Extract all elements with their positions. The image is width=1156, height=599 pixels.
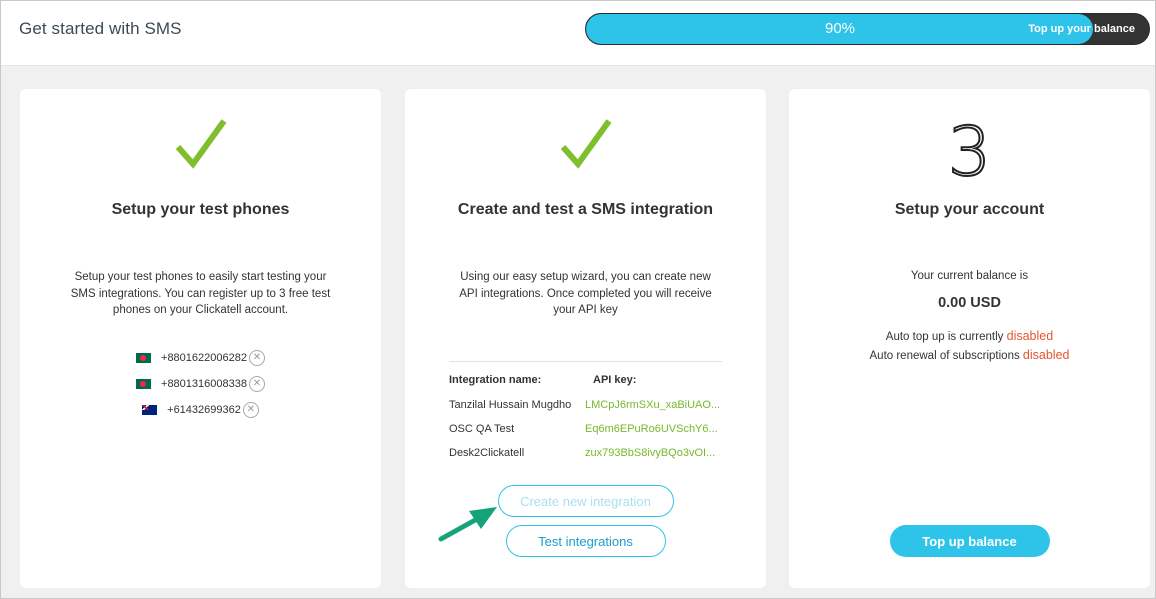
setup-account-card: 3 Setup your account Your current balanc… bbox=[789, 89, 1150, 588]
auto-top-up-label: Auto top up is currently bbox=[885, 331, 1004, 343]
top-up-your-balance-link[interactable]: Top up your balance bbox=[1028, 14, 1135, 44]
integration-name: Tanzilal Hussain Mugdho bbox=[449, 399, 572, 411]
test-integrations-button[interactable]: Test integrations bbox=[505, 525, 666, 557]
checkmark-icon bbox=[560, 119, 611, 169]
test-phone-list: +8801622006282 ✕ +8801316008338 ✕ +61432… bbox=[20, 345, 381, 423]
balance-value: 0.00 USD bbox=[938, 295, 1001, 311]
integration-name-header: Integration name: bbox=[449, 374, 542, 386]
api-key[interactable]: Eq6m6EPuRo6UVSchY6... bbox=[585, 423, 721, 435]
balance-label: Your current balance is bbox=[910, 270, 1029, 282]
balance-progress-bar[interactable]: 90% Top up your balance bbox=[585, 13, 1150, 45]
auto-renewal-status: Auto renewal of subscriptions disabled bbox=[789, 348, 1150, 362]
api-key[interactable]: LMCpJ6rmSXu_xaBiUAO... bbox=[585, 399, 721, 411]
test-phone-row: +8801316008338 ✕ bbox=[20, 371, 381, 397]
card-title: Setup your account bbox=[894, 201, 1045, 218]
integration-name: Desk2Clickatell bbox=[449, 447, 525, 459]
integration-row: Tanzilal Hussain Mugdho LMCpJ6rmSXu_xaBi… bbox=[449, 399, 722, 423]
create-new-integration-button[interactable]: Create new integration bbox=[497, 485, 674, 517]
integration-row: OSC QA Test Eq6m6EPuRo6UVSchY6... bbox=[449, 423, 722, 447]
card-description: Using our easy setup wizard, you can cre… bbox=[459, 271, 712, 316]
step-number: 3 bbox=[947, 112, 992, 193]
checkmark-icon bbox=[175, 119, 226, 169]
annotation-arrow-icon bbox=[438, 507, 497, 542]
page-header: Get started with SMS 90% Top up your bal… bbox=[1, 1, 1155, 66]
phone-number: +8801316008338 bbox=[161, 378, 247, 390]
remove-phone-icon[interactable]: ✕ bbox=[248, 376, 265, 392]
card-title: Setup your test phones bbox=[111, 201, 290, 218]
divider bbox=[449, 361, 722, 362]
auto-top-up-status: Auto top up is currently disabled bbox=[789, 329, 1150, 343]
auto-renewal-label: Auto renewal of subscriptions bbox=[869, 350, 1020, 362]
card-description: Setup your test phones to easily start t… bbox=[70, 271, 331, 316]
page-title: Get started with SMS bbox=[19, 19, 182, 38]
top-up-balance-button[interactable]: Top up balance bbox=[889, 525, 1050, 557]
phone-number: +61432699362 bbox=[167, 404, 241, 416]
test-phone-row: +8801622006282 ✕ bbox=[20, 345, 381, 371]
remove-phone-icon[interactable]: ✕ bbox=[248, 350, 265, 366]
auto-renewal-value: disabled bbox=[1022, 348, 1070, 362]
bd-flag-icon bbox=[136, 353, 152, 363]
test-phone-row: +61432699362 ✕ bbox=[20, 397, 381, 423]
setup-test-phones-card: Setup your test phones Setup your test p… bbox=[20, 89, 381, 588]
api-key[interactable]: zux793BbS8ivyBQo3vOI... bbox=[585, 447, 721, 459]
card-title: Create and test a SMS integration bbox=[457, 201, 714, 218]
auto-top-up-value: disabled bbox=[1006, 329, 1054, 343]
api-key-header: API key: bbox=[593, 374, 637, 386]
phone-number: +8801622006282 bbox=[161, 352, 247, 364]
integration-row: Desk2Clickatell zux793BbS8ivyBQo3vOI... bbox=[449, 447, 722, 471]
remove-phone-icon[interactable]: ✕ bbox=[242, 402, 259, 418]
au-flag-icon bbox=[142, 405, 158, 415]
progress-percent: 90% bbox=[824, 20, 856, 37]
bd-flag-icon bbox=[136, 379, 152, 389]
integration-name: OSC QA Test bbox=[449, 423, 515, 435]
